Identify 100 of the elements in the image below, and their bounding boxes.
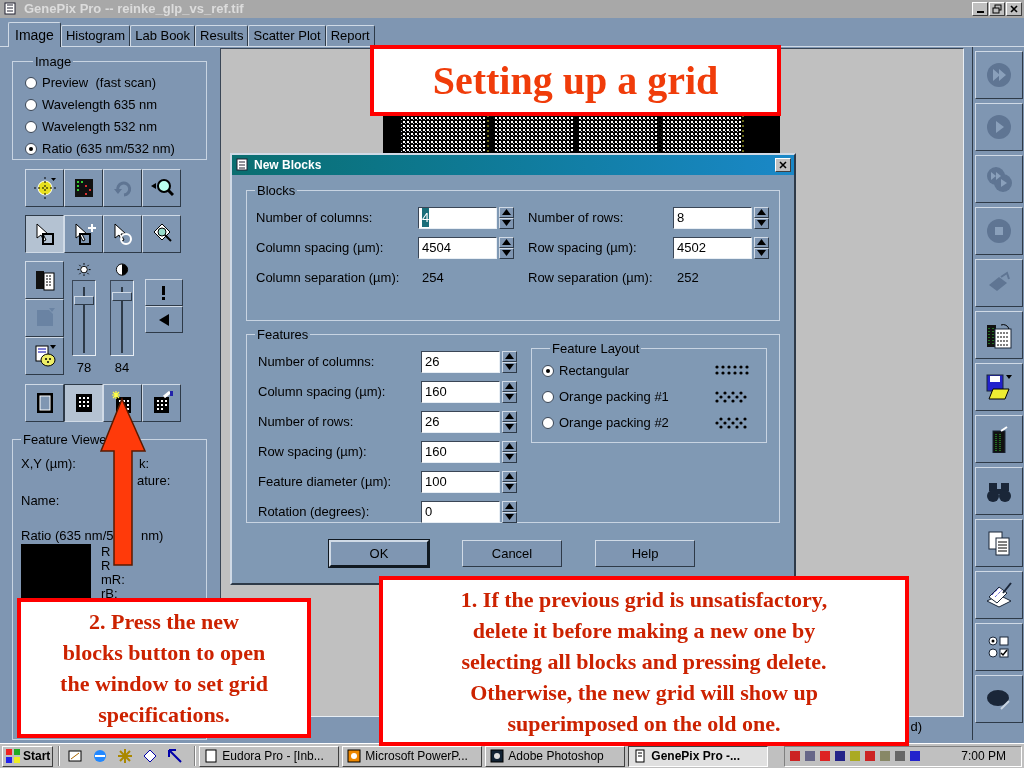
spin-buttons[interactable] <box>502 350 517 373</box>
field-label: Feature diameter (µm): <box>258 472 393 491</box>
restore-button[interactable] <box>989 2 1005 16</box>
down-triangle-icon <box>502 250 511 256</box>
spin-buttons[interactable] <box>754 236 769 259</box>
dialog-button[interactable]: Help <box>595 540 695 567</box>
tray-icon <box>863 749 877 763</box>
down-triangle-icon <box>757 220 766 226</box>
tray-icon <box>833 749 847 763</box>
radio-label: Wavelength 532 nm <box>42 117 158 136</box>
taskbar-button[interactable]: Adobe Photoshop <box>485 745 626 767</box>
windows-logo-icon <box>5 748 21 764</box>
program-icon <box>203 748 220 764</box>
tab[interactable]: Scatter Plot <box>248 25 326 46</box>
close-button[interactable] <box>775 158 791 172</box>
field-label: Column spacing (µm): <box>256 238 385 257</box>
slider-value: 84 <box>114 358 130 377</box>
up-triangle-icon <box>505 473 514 479</box>
program-icon <box>346 748 363 764</box>
spin-buttons[interactable] <box>499 206 514 229</box>
tab[interactable]: Histogram <box>60 25 131 46</box>
up-triangle-icon <box>502 239 511 245</box>
dialog-button[interactable]: Cancel <box>462 540 562 567</box>
up-triangle-icon <box>505 503 514 509</box>
up-triangle-icon <box>505 353 514 359</box>
number-field[interactable]: 4 <box>418 206 497 229</box>
down-triangle-icon <box>505 514 514 520</box>
tray-icon <box>908 749 922 763</box>
spin-buttons[interactable] <box>502 500 517 523</box>
field-label: Number of rows: <box>528 208 625 227</box>
number-field[interactable]: 160 <box>421 380 500 403</box>
dialog-button[interactable]: OK <box>329 540 429 567</box>
radio-button[interactable] <box>542 417 554 429</box>
down-triangle-icon <box>505 394 514 400</box>
minimize-button[interactable] <box>972 2 988 16</box>
radio-button[interactable] <box>25 76 37 89</box>
radio-label: Rectangular <box>559 362 630 381</box>
dialog-title: New Blocks <box>254 157 322 174</box>
target-icon <box>32 176 57 200</box>
number-field[interactable]: 0 <box>421 500 500 523</box>
toolbar-button[interactable] <box>975 519 1024 567</box>
double-play-icon <box>985 165 1014 193</box>
callout-text: 1. If the previous grid is unsatisfactory, delete it before making a new one by selecting all blocks and pressing delete. Otherwise, the new grid will show up superimposed on the old one. <box>460 585 828 738</box>
toolbar-button[interactable] <box>975 467 1024 515</box>
toolbar-button[interactable] <box>975 623 1024 671</box>
spin-buttons[interactable] <box>502 410 517 433</box>
tab[interactable]: Report <box>325 25 375 46</box>
tab[interactable]: Image <box>8 22 61 47</box>
tab[interactable]: Results <box>195 25 249 46</box>
number-field[interactable]: 26 <box>421 410 500 433</box>
number-field[interactable]: 8 <box>673 206 752 229</box>
fast-forward-icon <box>985 61 1014 89</box>
number-field[interactable]: 26 <box>421 350 500 373</box>
up-triangle-icon <box>502 209 511 215</box>
tool-button[interactable] <box>25 215 64 253</box>
tray-icon <box>818 749 832 763</box>
spin-buttons[interactable] <box>499 236 514 259</box>
up-triangle-icon <box>757 209 766 215</box>
group-title: Feature Layout <box>551 339 641 358</box>
taskbar-button[interactable]: GenePix Pro -... <box>628 745 769 767</box>
readout-value: 252 <box>676 268 700 287</box>
toolbar-button[interactable] <box>975 363 1024 411</box>
field-label: Column separation (µm): <box>256 268 401 287</box>
radio-label: Ratio (635 nm/532 nm) <box>42 139 175 158</box>
number-field[interactable]: 160 <box>421 440 500 463</box>
number-field[interactable]: 4502 <box>673 236 752 259</box>
close-button[interactable] <box>1006 2 1022 16</box>
up-triangle-icon <box>505 413 514 419</box>
tray-icon <box>803 749 817 763</box>
taskbar-button[interactable]: Microsoft PowerP... <box>342 745 483 767</box>
callout-text: 2. Press the new blocks button to open the window to set grid specifications. <box>60 608 268 729</box>
down-triangle-icon <box>502 220 511 226</box>
radio-button[interactable] <box>542 391 554 403</box>
field-label: Row spacing (µm): <box>258 442 368 461</box>
results-sheet-icon <box>985 321 1014 349</box>
taskbar-button[interactable]: Eudora Pro - [Inb... <box>199 745 340 767</box>
number-field[interactable]: 100 <box>421 470 500 493</box>
spin-buttons[interactable] <box>502 470 517 493</box>
radio-button[interactable] <box>542 365 554 377</box>
number-field[interactable]: 4504 <box>418 236 497 259</box>
tab[interactable]: Lab Book <box>130 25 196 46</box>
tool-button[interactable] <box>64 384 103 422</box>
toolbar-button[interactable] <box>975 675 1024 723</box>
start-button[interactable]: Start <box>2 745 54 767</box>
info-label: ature: <box>137 471 171 490</box>
radio-label: Orange packing #2 <box>559 414 669 433</box>
info-label: nm) <box>141 526 164 545</box>
toolbar-button[interactable] <box>975 571 1024 619</box>
spin-buttons[interactable] <box>502 380 517 403</box>
spin-buttons[interactable] <box>754 206 769 229</box>
minimize-icon <box>976 11 984 13</box>
radio-button[interactable] <box>25 142 37 155</box>
toolbar-button[interactable] <box>975 415 1024 463</box>
close-icon <box>1008 3 1020 15</box>
spin-buttons[interactable] <box>502 440 517 463</box>
radio-button[interactable] <box>25 98 37 111</box>
slider-thumb[interactable] <box>112 292 132 302</box>
radio-button[interactable] <box>25 120 37 133</box>
toolbar-button[interactable] <box>975 311 1024 359</box>
slider-thumb[interactable] <box>74 296 94 306</box>
